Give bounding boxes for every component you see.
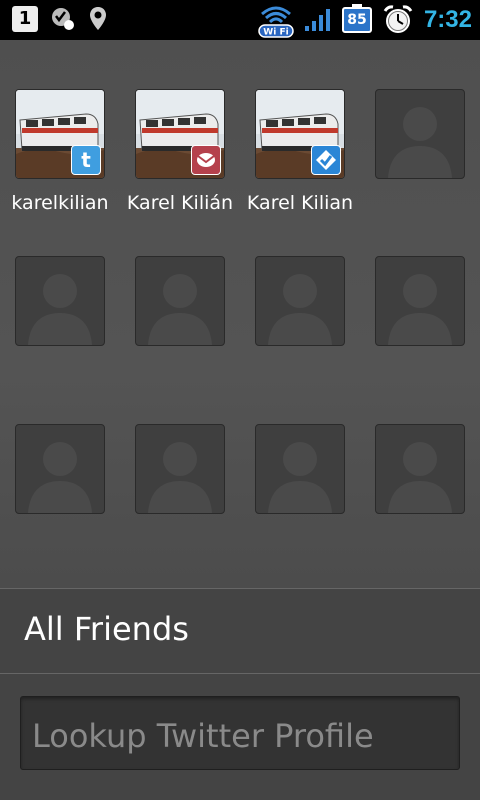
placeholder-avatar-icon [135, 256, 225, 346]
friend-tile[interactable]: t karelkilian [11, 89, 109, 214]
empty-friend-slot[interactable] [375, 256, 465, 346]
friends-grid: t karelkilian Karel Kilián Karel Kilian [0, 40, 480, 588]
placeholder-avatar-icon [255, 424, 345, 514]
notification-icon[interactable]: 1 [12, 6, 38, 32]
battery-icon: 85 [341, 4, 372, 33]
voicemail-icon [52, 8, 74, 30]
empty-friend-slot[interactable] [135, 256, 225, 346]
avatar-photo: t [15, 89, 105, 179]
placeholder-avatar-icon [135, 424, 225, 514]
other-badge-icon [311, 145, 341, 175]
friend-name: Karel Kilián [126, 192, 234, 214]
friend-name: Karel Kilian [246, 192, 354, 214]
friend-tile[interactable]: Karel Kilian [247, 89, 353, 214]
empty-friend-slot[interactable] [375, 424, 465, 514]
placeholder-avatar-icon [375, 424, 465, 514]
lookup-twitter-profile-input[interactable]: Lookup Twitter Profile [20, 696, 460, 770]
location-icon [90, 7, 106, 30]
avatar-photo [135, 89, 225, 179]
empty-friend-slot[interactable] [15, 424, 105, 514]
signal-icon [304, 9, 330, 31]
empty-friend-slot[interactable] [255, 424, 345, 514]
placeholder-avatar-icon [255, 256, 345, 346]
alarm-icon [383, 5, 413, 33]
placeholder-avatar-icon [15, 256, 105, 346]
svg-text:Wi Fi: Wi Fi [263, 28, 288, 38]
wifi-icon: Wi Fi [258, 6, 294, 38]
placeholder-avatar-icon [375, 256, 465, 346]
twitter-badge-icon: t [71, 145, 101, 175]
mail-badge-icon [191, 145, 221, 175]
avatar-photo [255, 89, 345, 179]
all-friends-title[interactable]: All Friends [24, 610, 189, 648]
friend-tile[interactable]: Karel Kilián [127, 89, 233, 214]
empty-friend-slot[interactable] [375, 89, 465, 179]
placeholder-avatar-icon [15, 424, 105, 514]
friend-name: karelkilian [11, 192, 109, 214]
svg-text:t: t [81, 148, 91, 172]
bottom-panel: All Friends Lookup Twitter Profile [0, 588, 480, 800]
clock: 7:32 [423, 6, 472, 33]
empty-friend-slot[interactable] [135, 424, 225, 514]
placeholder-avatar-icon [375, 89, 465, 179]
empty-friend-slot[interactable] [255, 256, 345, 346]
status-bar: 1 Wi Fi 85 7:32 [0, 0, 480, 40]
empty-friend-slot[interactable] [15, 256, 105, 346]
